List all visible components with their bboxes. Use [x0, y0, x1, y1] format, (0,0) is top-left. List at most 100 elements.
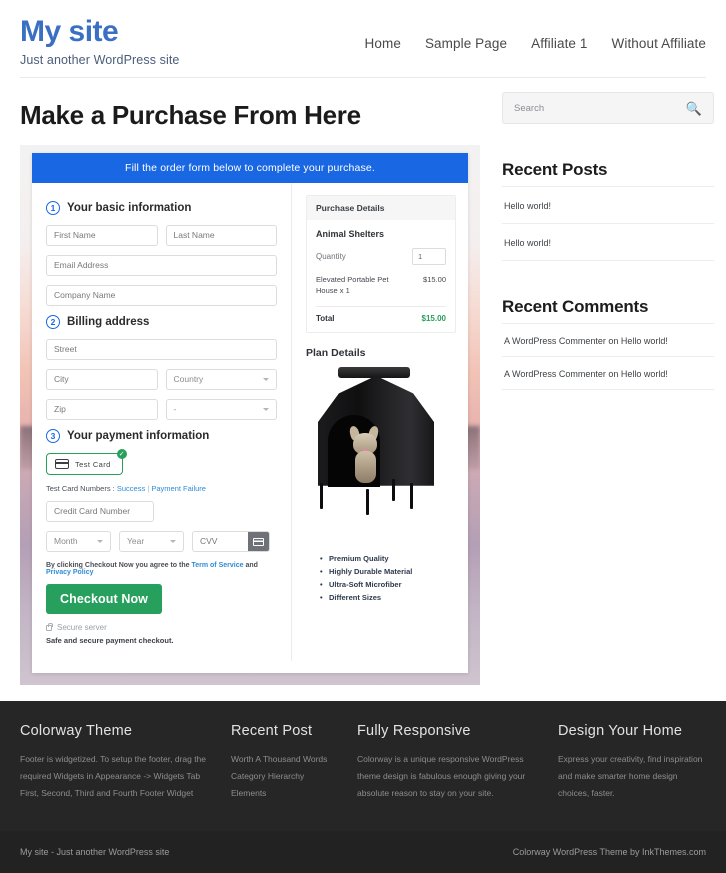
list-item[interactable]: A WordPress Commenter on Hello world!	[502, 357, 714, 390]
agreement-prefix: By clicking Checkout Now you agree to th…	[46, 562, 190, 569]
line-item-row: Elevated Portable Pet House x 1 $15.00	[316, 275, 446, 297]
credit-card-icon	[55, 459, 69, 469]
privacy-policy-link[interactable]: Privacy Policy	[46, 569, 93, 576]
site-header: My site Just another WordPress site Home…	[0, 0, 726, 78]
test-card-success-link[interactable]: Success	[117, 484, 145, 493]
header-divider	[20, 77, 706, 78]
list-item[interactable]: Category Hierarchy	[231, 768, 341, 785]
primary-navigation: Home Sample Page Affiliate 1 Without Aff…	[365, 14, 706, 51]
form-body: 1 Your basic information First Name Last…	[32, 183, 468, 661]
purchase-details-box: Purchase Details Animal Shelters Quantit…	[306, 195, 456, 333]
country-select[interactable]: Country	[165, 369, 277, 390]
nav-item-without-affiliate[interactable]: Without Affiliate	[612, 36, 707, 51]
footer-credit[interactable]: Colorway WordPress Theme by InkThemes.co…	[513, 847, 706, 857]
footer-recent-post-list: Worth A Thousand Words Category Hierarch…	[231, 751, 341, 802]
terms-of-service-link[interactable]: Term of Service	[191, 562, 243, 569]
year-select[interactable]: Year	[119, 531, 184, 552]
checkout-now-button[interactable]: Checkout Now	[46, 584, 163, 614]
test-card-prefix: Test Card Numbers :	[46, 484, 115, 493]
search-input[interactable]: Search	[514, 103, 544, 114]
sidebar: Search 🔍 Recent Posts Hello world! Hello…	[502, 78, 714, 685]
chevron-down-icon	[263, 378, 269, 381]
zip-state-row: Zip -	[46, 399, 277, 420]
pet-house-leg	[320, 482, 323, 509]
dog-illustration	[346, 424, 388, 485]
state-select-value: -	[173, 404, 177, 414]
footer-widget-title: Fully Responsive	[357, 723, 471, 739]
list-item[interactable]: Elements	[231, 785, 341, 802]
test-card-option[interactable]: Test Card ✓	[46, 449, 127, 475]
list-item[interactable]: Worth A Thousand Words	[231, 751, 341, 768]
site-footer: Colorway Theme Footer is widgetized. To …	[0, 701, 726, 831]
nav-item-affiliate-1[interactable]: Affiliate 1	[531, 36, 587, 51]
chevron-down-icon	[263, 408, 269, 411]
dog-body	[355, 450, 376, 483]
step-1-label: Your basic information	[67, 202, 192, 214]
country-select-value: Country	[173, 374, 204, 384]
form-fields-column: 1 Your basic information First Name Last…	[32, 183, 291, 661]
quantity-label: Quantity	[316, 252, 346, 261]
name-row: First Name Last Name	[46, 225, 277, 246]
feature-item: Highly Durable Material	[320, 567, 456, 576]
cvv-field-wrap: CVV	[192, 531, 270, 552]
card-number-row: Credit Card Number	[46, 501, 277, 522]
recent-post-link[interactable]: Hello world!	[504, 201, 551, 211]
secure-server-label: Secure server	[57, 623, 107, 632]
month-select[interactable]: Month	[46, 531, 111, 552]
feature-item: Premium Quality	[320, 554, 456, 563]
list-item[interactable]: Hello world!	[502, 224, 714, 261]
step-2-header: 2 Billing address	[46, 315, 277, 329]
recent-comment-link[interactable]: A WordPress Commenter on Hello world!	[504, 369, 668, 379]
footer-copyright: My site - Just another WordPress site	[20, 847, 170, 857]
nav-item-sample-page[interactable]: Sample Page	[425, 36, 507, 51]
lock-icon	[46, 622, 53, 631]
city-country-row: City Country	[46, 369, 277, 390]
site-tagline: Just another WordPress site	[20, 52, 180, 67]
line-item-price: $15.00	[423, 275, 446, 284]
quantity-input[interactable]: 1	[412, 248, 446, 265]
company-input[interactable]: Company Name	[46, 285, 277, 306]
credit-card-number-input[interactable]: Credit Card Number	[46, 501, 154, 522]
last-name-input[interactable]: Last Name	[165, 225, 277, 246]
secure-server-row: Secure server	[46, 622, 277, 632]
product-group-title: Animal Shelters	[316, 229, 385, 239]
nav-item-home[interactable]: Home	[365, 36, 401, 51]
step-1-header: 1 Your basic information	[46, 201, 277, 215]
site-title[interactable]: My site	[20, 16, 179, 48]
form-banner: Fill the order form below to complete yo…	[32, 153, 468, 183]
plan-details-heading: Plan Details	[306, 346, 366, 359]
safe-checkout-note: Safe and secure payment checkout.	[46, 636, 174, 645]
pet-house-roof-cap	[338, 366, 410, 378]
search-widget[interactable]: Search 🔍	[502, 92, 714, 124]
product-image	[306, 365, 456, 540]
purchase-details-heading: Purchase Details	[307, 196, 455, 220]
zip-input[interactable]: Zip	[46, 399, 158, 420]
first-name-input[interactable]: First Name	[46, 225, 158, 246]
list-item[interactable]: Hello world!	[502, 187, 714, 224]
agreement-text: By clicking Checkout Now you agree to th…	[46, 562, 277, 576]
recent-post-link[interactable]: Hello world!	[504, 238, 551, 248]
recent-comments-title: Recent Comments	[502, 297, 649, 316]
state-select[interactable]: -	[165, 399, 277, 420]
footer-widget-fully-responsive: Fully Responsive Colorway is a unique re…	[357, 723, 542, 802]
search-icon[interactable]: 🔍	[686, 102, 702, 115]
step-2-label: Billing address	[67, 316, 150, 328]
street-input[interactable]: Street	[46, 339, 277, 360]
test-card-failure-link[interactable]: Payment Failure	[151, 484, 206, 493]
page-wrapper: Make a Purchase From Here Fill the order…	[0, 78, 726, 685]
email-input[interactable]: Email Address	[46, 255, 277, 276]
site-branding[interactable]: My site Just another WordPress site	[20, 14, 179, 67]
purchase-form-card: Fill the order form below to complete yo…	[32, 153, 468, 673]
purchase-details-body: Animal Shelters Quantity 1 Elevated Port…	[307, 220, 455, 332]
agreement-and: and	[245, 562, 258, 569]
email-row: Email Address	[46, 255, 277, 276]
feature-item: Ultra-Soft Microfiber	[320, 580, 456, 589]
step-2-number: 2	[46, 315, 60, 329]
list-item[interactable]: A WordPress Commenter on Hello world!	[502, 324, 714, 357]
recent-comment-link[interactable]: A WordPress Commenter on Hello world!	[504, 336, 668, 346]
purchase-form-section: Fill the order form below to complete yo…	[20, 145, 480, 685]
footer-widget-text: Express your creativity, find inspiratio…	[558, 754, 703, 798]
step-3-label: Your payment information	[67, 430, 210, 442]
city-input[interactable]: City	[46, 369, 158, 390]
recent-comments-list: A WordPress Commenter on Hello world! A …	[502, 323, 714, 390]
